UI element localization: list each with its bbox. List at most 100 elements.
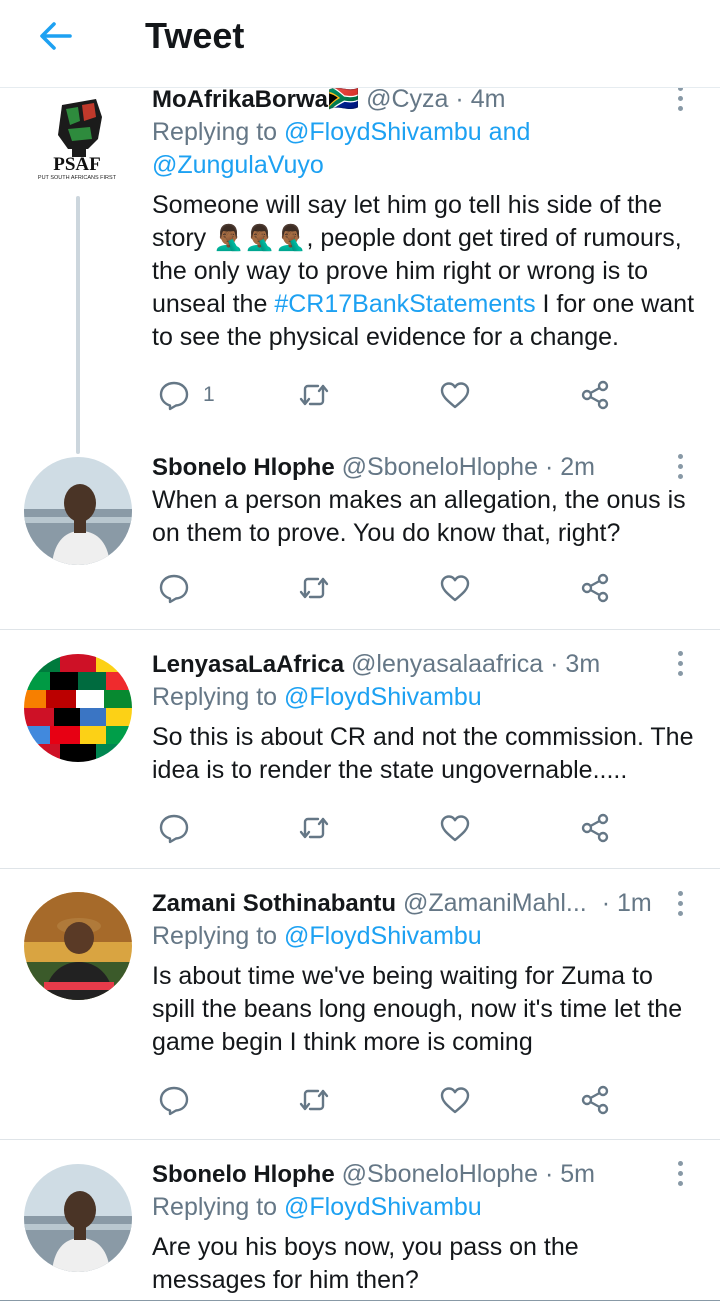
tweet-item[interactable]: Zamani Sothinabantu @ZamaniMahl... · 1m … (0, 869, 720, 1139)
replying-to: Replying to @FloydShivambu and @ZungulaV… (152, 118, 531, 179)
like-icon (440, 382, 470, 409)
mention-link[interactable]: @FloydShivambu (284, 683, 482, 711)
like-icon (440, 1087, 470, 1114)
author-name[interactable]: Sbonelo Hlophe (152, 454, 335, 481)
retweet-icon (299, 817, 329, 839)
tweet-text: Is about time we've being waiting for Zu… (152, 962, 683, 1056)
author-handle[interactable]: @SboneloHlophe (342, 453, 538, 481)
mention-link[interactable]: @ZungulaVuyo (152, 151, 324, 179)
retweet-icon (299, 1089, 329, 1111)
reply-icon (159, 1086, 189, 1116)
reply-button[interactable] (157, 568, 191, 608)
profile-photo (24, 892, 132, 1000)
share-button[interactable] (578, 808, 612, 848)
more-options-icon[interactable] (665, 1153, 695, 1193)
retweet-button[interactable] (297, 375, 331, 415)
avatar[interactable]: PSAF PUT SOUTH AFRICANS FIRST (24, 87, 132, 195)
share-icon (581, 1085, 609, 1115)
separator-dot: · (455, 85, 464, 113)
reply-icon (159, 814, 189, 844)
tweet-meta: Sbonelo Hlophe @SboneloHlophe · 2m (152, 451, 697, 483)
separator-dot: · (601, 889, 611, 917)
back-arrow-icon (40, 22, 72, 50)
retweet-button[interactable] (297, 808, 331, 848)
share-icon (581, 573, 609, 603)
author-handle[interactable]: @Cyza (366, 85, 448, 113)
tweet-meta: Sbonelo Hlophe @SboneloHlophe · 5m (152, 1158, 697, 1190)
profile-photo (24, 457, 132, 565)
more-options-icon[interactable] (665, 883, 695, 923)
reply-icon (159, 574, 189, 604)
reply-button[interactable] (157, 808, 191, 848)
author-handle[interactable]: @lenyasalaafrica (351, 650, 543, 678)
tweet-item[interactable]: Sbonelo Hlophe @SboneloHlophe · 2m When … (0, 440, 720, 629)
page-title: Tweet (145, 15, 245, 56)
like-icon (440, 575, 470, 602)
more-options-icon[interactable] (665, 446, 695, 486)
separator-dot: · (544, 453, 554, 481)
top-app-bar: Tweet (0, 0, 720, 88)
bottom-edge-line (0, 1300, 720, 1301)
author-name[interactable]: Zamani Sothinabantu (152, 890, 396, 917)
timestamp[interactable]: 2m (560, 453, 595, 481)
share-button[interactable] (578, 568, 612, 608)
replying-to: Replying to @FloydShivambu (152, 683, 482, 711)
tweet-feed: PSAF PUT SOUTH AFRICANS FIRST MoAfrikaBo… (0, 0, 720, 1307)
svg-text:PUT SOUTH AFRICANS FIRST: PUT SOUTH AFRICANS FIRST (38, 175, 117, 181)
like-button[interactable] (438, 568, 472, 608)
timestamp[interactable]: 3m (565, 650, 600, 678)
reply-button[interactable]: 1 (157, 375, 215, 415)
mention-link[interactable]: @FloydShivambu (284, 118, 482, 146)
tweet-meta: Zamani Sothinabantu @ZamaniMahl... · 1m (152, 887, 697, 919)
share-button[interactable] (578, 1080, 612, 1120)
share-icon (581, 380, 609, 410)
tweet-text: So this is about CR and not the commissi… (152, 723, 694, 784)
author-name[interactable]: LenyasaLaAfrica (152, 651, 344, 678)
hashtag-link[interactable]: #CR17BankStatements (274, 290, 535, 318)
avatar[interactable] (24, 654, 132, 762)
tweet-meta: LenyasaLaAfrica @lenyasalaafrica · 3m (152, 648, 697, 680)
reply-count: 1 (203, 383, 215, 406)
share-icon (581, 813, 609, 843)
timestamp[interactable]: 5m (560, 1160, 595, 1188)
like-button[interactable] (438, 375, 472, 415)
tweet-text: When a person makes an allegation, the o… (152, 486, 686, 547)
psaf-logo-image: PSAF PUT SOUTH AFRICANS FIRST (38, 99, 117, 181)
avatar[interactable] (24, 892, 132, 1000)
author-handle[interactable]: @SboneloHlophe (342, 1160, 538, 1188)
like-icon (440, 815, 470, 842)
african-flags-collage-image (24, 654, 132, 762)
reply-button[interactable] (157, 1080, 191, 1120)
retweet-button[interactable] (297, 568, 331, 608)
author-handle[interactable]: @ZamaniMahl... (403, 889, 587, 917)
timestamp[interactable]: 4m (471, 85, 506, 113)
mention-link[interactable]: @FloydShivambu (284, 1193, 482, 1221)
more-options-icon[interactable] (665, 643, 695, 683)
replying-to: Replying to @FloydShivambu (152, 1193, 482, 1221)
facepalm-emoji: 🤦🏾‍♂️🤦🏾‍♂️🤦🏾‍♂️ (213, 224, 307, 252)
tweet-text: Are you his boys now, you pass on the me… (152, 1233, 579, 1294)
tweet-text: Someone will say let him go tell his sid… (152, 191, 695, 351)
share-button[interactable] (578, 375, 612, 415)
retweet-icon (299, 384, 329, 406)
separator-dot: · (550, 650, 559, 678)
avatar[interactable] (24, 1164, 132, 1272)
author-name[interactable]: MoAfrikaBorwa (152, 86, 328, 113)
avatar[interactable] (24, 457, 132, 565)
retweet-icon (299, 577, 329, 599)
reply-icon (159, 381, 189, 411)
tweet-item[interactable]: Sbonelo Hlophe @SboneloHlophe · 5m Reply… (0, 1140, 720, 1307)
author-name[interactable]: Sbonelo Hlophe (152, 1161, 335, 1188)
profile-photo (24, 1164, 132, 1272)
replying-to: Replying to @FloydShivambu (152, 922, 482, 950)
retweet-button[interactable] (297, 1080, 331, 1120)
mention-link[interactable]: @FloydShivambu (284, 922, 482, 950)
flag-emoji: 🇿🇦 (328, 85, 360, 113)
like-button[interactable] (438, 1080, 472, 1120)
back-button[interactable] (26, 12, 86, 60)
tweet-item[interactable]: LenyasaLaAfrica @lenyasalaafrica · 3m Re… (0, 630, 720, 868)
like-button[interactable] (438, 808, 472, 848)
svg-text:PSAF: PSAF (53, 154, 101, 175)
separator-dot: · (544, 1160, 554, 1188)
timestamp[interactable]: 1m (617, 889, 652, 917)
